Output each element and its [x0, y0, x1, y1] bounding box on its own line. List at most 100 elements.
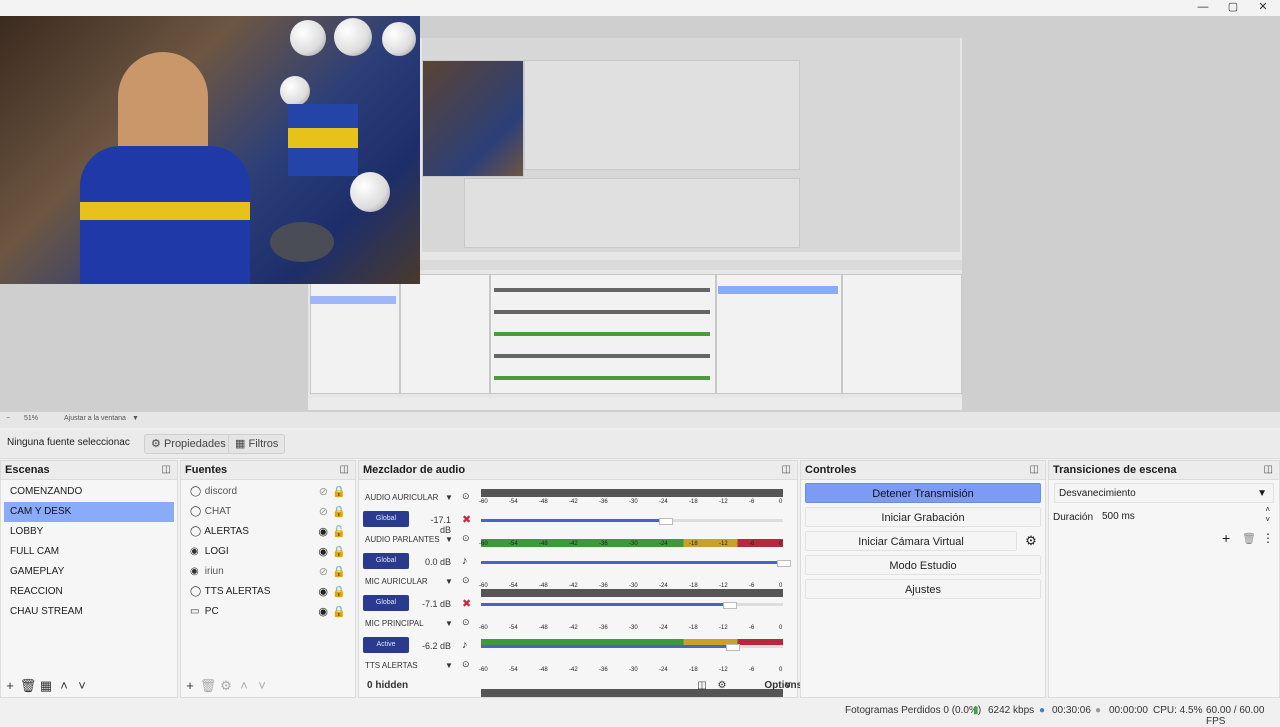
- eye-icon[interactable]: ◉: [318, 542, 328, 562]
- scene-item[interactable]: REACCION: [4, 582, 174, 602]
- scene-item[interactable]: COMENZANDO: [4, 482, 174, 502]
- transition-select[interactable]: Desvanecimiento ▼: [1054, 483, 1274, 503]
- virtual-cam-settings-icon[interactable]: ⚙: [1022, 533, 1040, 549]
- trash-icon[interactable]: 🗑: [19, 675, 37, 697]
- eye-icon[interactable]: ◉: [318, 522, 328, 542]
- volume-slider[interactable]: [481, 603, 729, 606]
- filters-button[interactable]: ▦ Filtros: [228, 434, 286, 454]
- lock-icon[interactable]: 🔒: [332, 502, 346, 522]
- zoom-fit[interactable]: Ajustar a la ventana: [64, 415, 126, 422]
- chevron-down-icon[interactable]: ▼: [132, 415, 139, 422]
- chevron-down-icon[interactable]: ▼: [445, 619, 453, 628]
- layout-icon[interactable]: ◫: [693, 675, 711, 697]
- slider-handle[interactable]: [659, 518, 674, 525]
- source-item[interactable]: ◉ iriun ⊘ 🔒: [184, 562, 352, 582]
- trash-icon[interactable]: 🗑: [199, 675, 217, 697]
- scene-item[interactable]: GAMEPLAY: [4, 562, 174, 582]
- options-button[interactable]: Options ˅: [764, 675, 802, 697]
- no-source-label: Ninguna fuente seleccionac: [7, 437, 130, 448]
- headphone-icon[interactable]: ⊙: [462, 659, 470, 670]
- volume-slider[interactable]: [481, 561, 783, 564]
- headphone-icon[interactable]: ⊙: [462, 491, 470, 502]
- trash-icon[interactable]: 🗑: [1242, 532, 1256, 545]
- chevron-down-icon[interactable]: ▼: [445, 577, 453, 586]
- chevron-down-icon[interactable]: ▼: [445, 493, 453, 502]
- source-item[interactable]: ◯ discord ⊘ 🔒: [184, 482, 352, 502]
- eye-icon[interactable]: ◉: [318, 582, 328, 602]
- popout-icon[interactable]: ◫: [1030, 461, 1039, 479]
- slider-handle[interactable]: [722, 602, 737, 609]
- mute-icon[interactable]: ✖: [462, 597, 471, 610]
- virtual-cam-button[interactable]: Iniciar Cámara Virtual: [805, 531, 1017, 551]
- gear-icon[interactable]: ⚙: [713, 675, 731, 697]
- eye-icon[interactable]: ◉: [318, 602, 328, 622]
- mute-icon[interactable]: ♪: [462, 555, 468, 567]
- eye-hidden-icon[interactable]: ⊘: [319, 482, 328, 502]
- channel-mode-button[interactable]: Global: [363, 553, 409, 569]
- lock-icon[interactable]: 🔒: [332, 602, 346, 622]
- minimize-icon[interactable]: —: [1188, 0, 1218, 14]
- preview-area[interactable]: [0, 16, 1280, 412]
- add-icon[interactable]: +: [181, 675, 199, 697]
- eye-hidden-icon[interactable]: ⊘: [319, 502, 328, 522]
- meter-tick: -36: [599, 583, 608, 589]
- slider-handle[interactable]: [777, 560, 791, 567]
- maximize-icon[interactable]: ▢: [1218, 0, 1248, 14]
- scene-item-selected[interactable]: CAM Y DESK: [4, 502, 174, 522]
- more-icon[interactable]: ⋮: [1262, 531, 1274, 545]
- source-item[interactable]: ▭ PC ◉ 🔒: [184, 602, 352, 622]
- lock-icon[interactable]: 🔒: [332, 562, 346, 582]
- slider-handle[interactable]: [725, 644, 740, 651]
- chevron-down-icon[interactable]: ˅: [73, 675, 91, 697]
- volume-meter: [481, 589, 783, 597]
- add-icon[interactable]: +: [1, 675, 19, 697]
- popout-icon[interactable]: ◫: [162, 461, 171, 479]
- source-item[interactable]: ◯ CHAT ⊘ 🔒: [184, 502, 352, 522]
- gear-icon[interactable]: ⚙: [217, 675, 235, 697]
- headphone-icon[interactable]: ⊙: [462, 575, 470, 586]
- popout-icon[interactable]: ◫: [340, 461, 349, 479]
- popout-icon[interactable]: ◫: [782, 461, 791, 479]
- stop-stream-button[interactable]: Detener Transmisión: [805, 483, 1041, 503]
- spin-icon[interactable]: ˄ ˅: [1265, 505, 1270, 525]
- add-icon[interactable]: +: [1222, 530, 1230, 546]
- volume-slider[interactable]: [481, 645, 732, 648]
- scene-item[interactable]: CHAU STREAM: [4, 602, 174, 622]
- source-item[interactable]: ◯ ALERTAS ◉ 🔓: [184, 522, 352, 542]
- chevron-down-icon[interactable]: ˅: [253, 675, 271, 697]
- duration-input[interactable]: 500 ms ˄ ˅: [1098, 505, 1274, 527]
- chevron-up-icon[interactable]: ˄: [55, 675, 73, 697]
- channel-mode-button[interactable]: Global: [363, 595, 409, 611]
- filter-icon[interactable]: ▦: [37, 675, 55, 697]
- settings-button[interactable]: Ajustes: [805, 579, 1041, 599]
- chevron-up-icon[interactable]: ˄: [235, 675, 253, 697]
- lock-icon[interactable]: 🔓: [332, 522, 346, 542]
- lock-icon[interactable]: 🔒: [332, 482, 346, 502]
- zoom-out-icon[interactable]: −: [6, 415, 10, 422]
- mute-icon[interactable]: ♪: [462, 639, 468, 651]
- lock-icon[interactable]: 🔒: [332, 582, 346, 602]
- channel-mode-button[interactable]: Global: [363, 511, 409, 527]
- source-item[interactable]: ◉ LOGI ◉ 🔒: [184, 542, 352, 562]
- popout-icon[interactable]: ◫: [1264, 461, 1273, 479]
- scenes-footer: + 🗑 ▦ ˄ ˅: [1, 675, 177, 697]
- channel-name: AUDIO AURICULAR: [365, 493, 439, 502]
- close-icon[interactable]: ✕: [1248, 0, 1278, 14]
- channel-mode-button[interactable]: Active: [363, 637, 409, 653]
- chevron-down-icon[interactable]: ▼: [445, 661, 453, 670]
- properties-button[interactable]: ⚙ Propiedades: [144, 434, 233, 454]
- headphone-icon[interactable]: ⊙: [462, 617, 470, 628]
- scene-item[interactable]: FULL CAM: [4, 542, 174, 562]
- headphone-icon[interactable]: ⊙: [462, 533, 470, 544]
- lock-icon[interactable]: 🔒: [332, 542, 346, 562]
- meter-tick: -42: [569, 541, 578, 547]
- meter-tick: -36: [599, 541, 608, 547]
- source-item[interactable]: ◯ TTS ALERTAS ◉ 🔒: [184, 582, 352, 602]
- chevron-down-icon[interactable]: ▼: [445, 535, 453, 544]
- start-record-button[interactable]: Iniciar Grabación: [805, 507, 1041, 527]
- volume-slider[interactable]: [481, 519, 666, 522]
- studio-mode-button[interactable]: Modo Estudio: [805, 555, 1041, 575]
- mute-icon[interactable]: ✖: [462, 513, 471, 526]
- scene-item[interactable]: LOBBY: [4, 522, 174, 542]
- eye-hidden-icon[interactable]: ⊘: [319, 562, 328, 582]
